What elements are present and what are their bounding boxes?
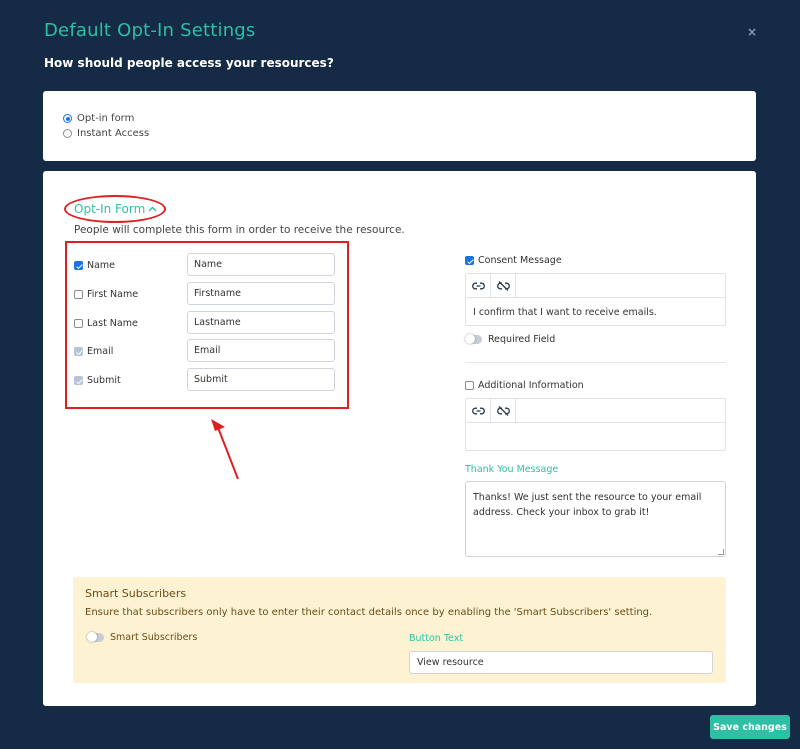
link-icon[interactable] <box>466 274 491 298</box>
radio-instant-access-label: Instant Access <box>77 128 150 139</box>
field-row-submit: Submit <box>74 375 121 386</box>
field-row-first-name: First Name <box>74 289 138 300</box>
additional-info-editor-toolbar <box>466 399 725 423</box>
opt-in-form-description: People will complete this form in order … <box>74 224 405 236</box>
opt-in-form-title: Opt-In Form <box>74 202 146 216</box>
field-name-input[interactable]: Name <box>187 253 335 276</box>
consent-label: Consent Message <box>478 255 562 266</box>
close-icon[interactable]: × <box>747 25 757 39</box>
opt-in-form-toggle[interactable]: Opt-In Form <box>74 202 157 216</box>
additional-info-row: Additional Information <box>465 380 584 391</box>
modal-subtitle: How should people access your resources? <box>44 56 334 70</box>
field-last-name-checkbox[interactable] <box>74 319 83 328</box>
smart-subscribers-toggle-row: Smart Subscribers <box>87 632 197 643</box>
field-first-name-checkbox[interactable] <box>74 290 83 299</box>
opt-in-form-card: Opt-In Form People will complete this fo… <box>43 171 756 706</box>
field-first-name-label: First Name <box>87 289 139 300</box>
radio-instant-access[interactable]: Instant Access <box>63 128 149 139</box>
chevron-up-icon <box>148 206 157 212</box>
link-icon[interactable] <box>466 399 491 423</box>
smart-subscribers-description: Ensure that subscribers only have to ent… <box>85 607 653 618</box>
field-email-checkbox <box>74 347 83 356</box>
smart-subscribers-toggle-label: Smart Subscribers <box>110 632 198 643</box>
smart-subscribers-toggle[interactable] <box>87 632 104 642</box>
field-submit-label: Submit <box>87 375 121 386</box>
required-field-toggle[interactable] <box>465 334 482 344</box>
unlink-icon[interactable] <box>491 274 516 298</box>
field-submit-checkbox <box>74 376 83 385</box>
required-field-label: Required Field <box>488 334 556 345</box>
consent-text[interactable]: I confirm that I want to receive emails. <box>466 298 725 326</box>
button-text-label: Button Text <box>409 633 464 644</box>
thank-you-label: Thank You Message <box>465 464 559 475</box>
field-row-name: Name <box>74 260 115 271</box>
additional-info-checkbox[interactable] <box>465 381 474 390</box>
field-last-name-label: Last Name <box>87 318 138 329</box>
field-first-name-input[interactable]: Firstname <box>187 282 335 305</box>
consent-row: Consent Message <box>465 255 562 266</box>
consent-editor: I confirm that I want to receive emails. <box>465 273 726 326</box>
additional-info-editor <box>465 398 726 451</box>
radio-instant-access-control[interactable] <box>63 129 72 138</box>
field-row-last-name: Last Name <box>74 318 138 329</box>
modal-title: Default Opt-In Settings <box>44 20 256 41</box>
button-text-input[interactable]: View resource <box>409 651 713 674</box>
consent-editor-toolbar <box>466 274 725 298</box>
thank-you-textarea[interactable]: Thanks! We just sent the resource to you… <box>465 481 726 557</box>
consent-checkbox[interactable] <box>465 256 474 265</box>
field-name-checkbox[interactable] <box>74 261 83 270</box>
field-row-email: Email <box>74 346 113 357</box>
smart-subscribers-title: Smart Subscribers <box>85 587 187 600</box>
section-divider <box>465 362 726 363</box>
resize-grip-icon[interactable] <box>718 549 724 555</box>
field-submit-input[interactable]: Submit <box>187 368 335 391</box>
annotation-arrow <box>211 419 239 480</box>
additional-info-text[interactable] <box>466 423 725 451</box>
field-name-label: Name <box>87 260 116 271</box>
smart-subscribers-panel: Smart Subscribers Ensure that subscriber… <box>73 577 726 683</box>
field-email-input[interactable]: Email <box>187 339 335 362</box>
save-changes-button[interactable]: Save changes <box>710 715 790 739</box>
additional-info-label: Additional Information <box>478 380 584 391</box>
thank-you-text: Thanks! We just sent the resource to you… <box>473 492 702 518</box>
field-last-name-input[interactable]: Lastname <box>187 311 335 334</box>
radio-opt-in-form[interactable]: Opt-in form <box>63 113 134 124</box>
access-options-card: Opt-in form Instant Access <box>43 91 756 161</box>
unlink-icon[interactable] <box>491 399 516 423</box>
radio-opt-in-form-control[interactable] <box>63 114 72 123</box>
field-email-label: Email <box>87 346 114 357</box>
required-field-row: Required Field <box>465 334 555 345</box>
radio-opt-in-form-label: Opt-in form <box>77 113 135 124</box>
